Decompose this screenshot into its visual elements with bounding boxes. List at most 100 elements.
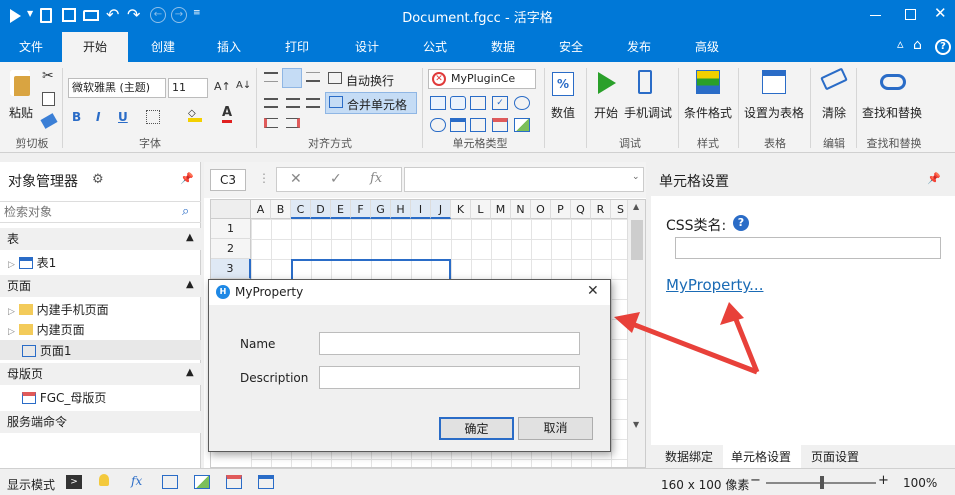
font-name-combo[interactable]: 微软雅黑 (主题) [68, 78, 166, 98]
zoom-in-button[interactable]: + [878, 473, 889, 488]
tab-insert[interactable]: 插入 [200, 32, 258, 62]
column-header[interactable]: Q [571, 200, 591, 219]
tab-advanced[interactable]: 高级 [678, 32, 736, 62]
column-header[interactable]: H [391, 200, 411, 219]
mobile-debug-button[interactable]: 手机调试 [624, 104, 672, 121]
column-header[interactable]: A [251, 200, 271, 219]
button-icon[interactable] [450, 96, 466, 110]
tree-item-page1[interactable]: 页面1 [22, 342, 71, 359]
section-page[interactable]: 页面 [0, 275, 201, 297]
format-painter-icon[interactable] [40, 113, 58, 129]
number-icon[interactable] [470, 118, 486, 132]
start-button[interactable]: 开始 [590, 104, 622, 121]
radio-icon[interactable] [514, 96, 530, 110]
mobile-debug-icon[interactable] [638, 70, 652, 94]
number-format-icon[interactable]: % [552, 72, 574, 96]
column-header[interactable]: C [291, 200, 311, 219]
scroll-down-icon[interactable]: ▼ [633, 420, 639, 429]
align-middle-icon[interactable] [282, 68, 302, 88]
row-header[interactable]: 3 [211, 259, 251, 279]
cancel-formula-button[interactable]: ✕ [290, 171, 302, 187]
list-icon[interactable] [450, 118, 466, 132]
start-icon[interactable] [598, 72, 616, 94]
column-header[interactable]: N [511, 200, 531, 219]
scroll-thumb[interactable] [631, 220, 643, 260]
wrap-text-button[interactable]: 自动换行 [346, 72, 394, 89]
datetime-icon[interactable] [492, 118, 508, 132]
help-icon[interactable]: ? [935, 39, 951, 55]
column-header[interactable]: K [451, 200, 471, 219]
insert-function-button[interactable]: fx [370, 171, 382, 186]
collapse-icon[interactable]: ▲ [186, 279, 194, 290]
layout-icon[interactable] [258, 475, 274, 489]
column-header[interactable]: P [551, 200, 571, 219]
tree-item-table1[interactable]: ▷ 表1 [8, 254, 56, 271]
zoom-out-button[interactable]: − [750, 473, 761, 488]
italic-button[interactable]: I [96, 110, 100, 124]
collapse-ribbon-icon[interactable]: ▵ [897, 37, 904, 52]
home-icon[interactable]: ⌂ [913, 37, 922, 53]
pin-icon[interactable]: 📌 [180, 172, 194, 185]
description-input[interactable] [319, 366, 580, 389]
decrease-font-icon[interactable]: A↓ [236, 80, 251, 91]
search-input[interactable] [0, 202, 176, 222]
tab-data[interactable]: 数据 [474, 32, 532, 62]
collapse-icon[interactable]: ▲ [186, 367, 194, 378]
display-mode-label[interactable]: 显示模式 [7, 476, 55, 493]
section-server-command[interactable]: 服务端命令 [0, 411, 201, 433]
label-icon[interactable] [470, 96, 486, 110]
tab-cell-settings[interactable]: 单元格设置 [731, 448, 791, 465]
formula-input[interactable] [404, 167, 644, 192]
indent-decrease-icon[interactable] [264, 118, 278, 128]
underline-button[interactable]: U [118, 110, 128, 124]
border-icon[interactable] [146, 110, 160, 124]
column-header[interactable]: L [471, 200, 491, 219]
myproperty-link[interactable]: MyProperty... [666, 276, 763, 294]
expand-icon[interactable]: ▷ [8, 260, 15, 270]
formula-icon[interactable]: fx [131, 474, 142, 488]
terminal-icon[interactable]: > [66, 475, 82, 489]
tab-create[interactable]: 创建 [134, 32, 192, 62]
font-size-combo[interactable]: 11 [168, 78, 208, 98]
tab-data-binding[interactable]: 数据绑定 [665, 448, 713, 465]
ok-button[interactable]: 确定 [439, 417, 514, 440]
image-status-icon[interactable] [194, 475, 210, 489]
tab-formula[interactable]: 公式 [406, 32, 464, 62]
tab-design[interactable]: 设计 [338, 32, 396, 62]
column-header[interactable]: D [311, 200, 331, 219]
paste-button[interactable]: 粘贴 [6, 104, 36, 121]
zoom-slider-thumb[interactable] [820, 476, 824, 489]
align-bottom-icon[interactable] [306, 72, 320, 82]
image-icon[interactable] [514, 118, 530, 132]
vertical-scrollbar[interactable]: ▲ ▼ [627, 200, 645, 467]
align-left-icon[interactable] [264, 98, 278, 108]
tab-file[interactable]: 文件 [0, 32, 62, 62]
dialog-close-button[interactable]: ✕ [587, 283, 599, 299]
align-center-icon[interactable] [286, 98, 300, 108]
selected-cell-range[interactable] [291, 259, 451, 281]
column-header[interactable]: M [491, 200, 511, 219]
merge-cells-button[interactable]: 合并单元格 [347, 96, 407, 113]
link-icon[interactable] [430, 118, 446, 132]
close-window-button[interactable]: ✕ [934, 4, 947, 22]
css-class-input[interactable] [675, 237, 941, 259]
set-table-button[interactable]: 设置为表格 [744, 104, 804, 121]
scroll-up-icon[interactable]: ▲ [633, 202, 639, 211]
column-header[interactable]: O [531, 200, 551, 219]
column-header[interactable]: F [351, 200, 371, 219]
column-header[interactable]: I [411, 200, 431, 219]
section-master[interactable]: 母版页 [0, 363, 201, 385]
wrap-text-icon[interactable] [328, 72, 342, 84]
clear-button[interactable]: 清除 [818, 104, 850, 121]
cell-reference-box[interactable]: C3 [210, 169, 246, 191]
fill-color-icon[interactable]: ◇ [188, 108, 202, 122]
indent-increase-icon[interactable] [286, 118, 300, 128]
tree-item-builtin-mobile[interactable]: ▷ 内建手机页面 [8, 301, 109, 318]
column-header[interactable]: J [431, 200, 451, 219]
tab-home[interactable]: 开始 [62, 32, 128, 62]
search-icon[interactable]: ⌕ [182, 204, 189, 219]
column-header[interactable]: E [331, 200, 351, 219]
font-color-button[interactable]: A [222, 106, 233, 123]
column-header[interactable]: G [371, 200, 391, 219]
tree-item-builtin-page[interactable]: ▷ 内建页面 [8, 321, 85, 338]
